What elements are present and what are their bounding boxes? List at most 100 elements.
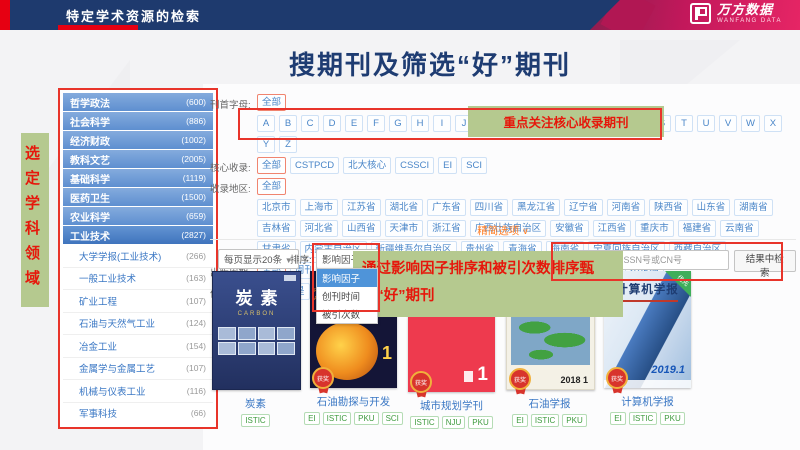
sort-option[interactable]: 被引次数 xyxy=(317,305,377,323)
category-label: 教科文艺 xyxy=(70,152,110,167)
core-option[interactable]: SCI xyxy=(461,157,487,174)
core-options: CSTPCD北大核心CSSCIEISCI xyxy=(290,157,487,174)
sidebar-subcategory[interactable]: 金属学与金属工艺 (107) xyxy=(63,358,213,381)
letter-option[interactable]: W xyxy=(741,115,760,132)
core-option[interactable]: 北大核心 xyxy=(343,157,391,174)
letter-option[interactable]: X xyxy=(764,115,782,132)
sort-option[interactable]: 影响因子 xyxy=(317,269,377,287)
core-option[interactable]: CSTPCD xyxy=(290,157,339,174)
brand-subtitle: WANFANG DATA xyxy=(717,18,782,24)
award-badge-icon: 获奖 xyxy=(605,367,631,397)
region-option[interactable]: 黑龙江省 xyxy=(512,199,560,216)
sort-option[interactable]: 创刊时间 xyxy=(317,287,377,305)
journal-tag: ISTIC xyxy=(410,416,438,429)
sidebar-category[interactable]: 教科文艺 (2005) xyxy=(63,150,213,168)
letter-option[interactable]: G xyxy=(389,115,407,132)
page-size-select[interactable]: 每页显示20条 ▼ xyxy=(218,249,299,269)
letter-option[interactable]: C xyxy=(301,115,319,132)
category-label: 医药卫生 xyxy=(70,190,110,205)
filter-label: 核心收录: xyxy=(210,157,257,174)
region-option[interactable]: 湖南省 xyxy=(734,199,773,216)
header-title: 特定学术资源的检索 xyxy=(66,6,201,25)
journal-tag: ISTIC xyxy=(629,412,657,425)
region-option[interactable]: 山东省 xyxy=(692,199,731,216)
initial-all-option[interactable]: 全部 xyxy=(257,94,286,111)
core-option[interactable]: CSSCI xyxy=(395,157,434,174)
subcategory-label: 矿业工程 xyxy=(79,294,117,308)
sidebar-subcategory[interactable]: 冶金工业 (154) xyxy=(63,335,213,358)
letter-option[interactable]: E xyxy=(345,115,363,132)
category-label: 经济财政 xyxy=(70,133,110,148)
core-all-option[interactable]: 全部 xyxy=(257,157,286,174)
sort-label: 排序: xyxy=(290,252,312,266)
journal-tags: ISTICNJUPKU xyxy=(408,416,495,429)
region-option[interactable]: 河南省 xyxy=(607,199,646,216)
letter-option[interactable]: B xyxy=(279,115,297,132)
region-option[interactable]: 四川省 xyxy=(470,199,509,216)
core-option[interactable]: EI xyxy=(438,157,457,174)
subcategory-label: 金属学与金属工艺 xyxy=(79,361,155,375)
region-option[interactable]: 辽宁省 xyxy=(564,199,603,216)
region-option[interactable]: 上海市 xyxy=(300,199,339,216)
region-option[interactable]: 湖北省 xyxy=(385,199,424,216)
sidebar-category[interactable]: 工业技术 (2827) xyxy=(63,226,213,244)
region-all-option[interactable]: 全部 xyxy=(257,178,286,195)
cover-map-graphic xyxy=(511,313,590,365)
award-badge-icon: 获奖 xyxy=(311,367,337,397)
award-badge-icon: 获奖 xyxy=(508,368,534,398)
sidebar-subcategory[interactable]: 机械与仪表工业 (116) xyxy=(63,380,213,403)
category-count: (1002) xyxy=(181,135,206,145)
category-label: 基础科学 xyxy=(70,171,110,186)
subcategory-label: 军事科技 xyxy=(79,406,117,420)
letter-option[interactable]: H xyxy=(411,115,429,132)
screen: 特定学术资源的检索 万方数据 WANFANG DATA 搜期刊及筛选“好”期刊 … xyxy=(0,0,800,450)
page-title: 搜期刊及筛选“好”期刊 xyxy=(215,45,645,82)
region-option[interactable]: 江苏省 xyxy=(342,199,381,216)
letter-option[interactable]: I xyxy=(433,115,451,132)
category-label: 社会科学 xyxy=(70,114,110,129)
journal-tags: ISTIC xyxy=(212,414,299,427)
sidebar-subcategory[interactable]: 大学学报(工业技术) (266) xyxy=(63,245,213,268)
subject-sidebar: 哲学政法 (600) 社会科学 (886) 经济财政 (1002) 教科文艺 (… xyxy=(58,88,218,429)
letter-option[interactable]: Z xyxy=(279,136,297,153)
sidebar-subcategory[interactable]: 石油与天然气工业 (124) xyxy=(63,313,213,336)
region-option[interactable]: 陕西省 xyxy=(649,199,688,216)
subcategory-count: (116) xyxy=(187,386,206,396)
sort-dropdown: 影响因子 创刊时间 被引次数 xyxy=(316,268,378,324)
journal-cover-tansu[interactable]: 炭素 CARBON xyxy=(212,271,301,390)
sidebar-subcategory[interactable]: 矿业工程 (107) xyxy=(63,290,213,313)
collapse-options-toggle[interactable]: 精简选项 ∨ xyxy=(210,223,796,238)
journal-card: 炭素 CARBON 炭素 ISTIC xyxy=(212,271,299,429)
letter-option[interactable]: U xyxy=(697,115,715,132)
sidebar-subcategory[interactable]: 军事科技 (66) xyxy=(63,403,213,425)
journal-tag: EI xyxy=(610,412,626,425)
letter-option[interactable]: A xyxy=(257,115,275,132)
subcategory-list: 大学学报(工业技术) (266) 一般工业技术 (163) 矿业工程 (107)… xyxy=(63,245,213,424)
sidebar-category[interactable]: 医药卫生 (1500) xyxy=(63,188,213,206)
journal-name[interactable]: 炭素 xyxy=(212,396,299,411)
journal-tag: ISTIC xyxy=(241,414,269,427)
journal-tag: PKU xyxy=(468,416,492,429)
sidebar-category[interactable]: 经济财政 (1002) xyxy=(63,131,213,149)
sidebar-category[interactable]: 社会科学 (886) xyxy=(63,112,213,130)
letter-option[interactable]: V xyxy=(719,115,737,132)
accent-stripe xyxy=(0,0,10,30)
sidebar-subcategory[interactable]: 一般工业技术 (163) xyxy=(63,268,213,291)
region-option[interactable]: 北京市 xyxy=(257,199,296,216)
category-label: 工业技术 xyxy=(70,228,110,243)
letter-option[interactable]: Y xyxy=(257,136,275,153)
sidebar-category[interactable]: 农业科学 (659) xyxy=(63,207,213,225)
category-count: (600) xyxy=(186,97,206,107)
category-label: 农业科学 xyxy=(70,209,110,224)
brand-area: 万方数据 WANFANG DATA xyxy=(590,0,800,30)
journal-name[interactable]: 石油学报 xyxy=(506,396,593,411)
sidebar-category[interactable]: 基础科学 (1119) xyxy=(63,169,213,187)
sidebar-category[interactable]: 哲学政法 (600) xyxy=(63,93,213,111)
letter-option[interactable]: F xyxy=(367,115,385,132)
region-option[interactable]: 广东省 xyxy=(427,199,466,216)
letter-option[interactable]: T xyxy=(675,115,693,132)
category-label: 哲学政法 xyxy=(70,95,110,110)
category-count: (659) xyxy=(186,211,206,221)
search-in-results-button[interactable]: 结果中检索 xyxy=(734,250,796,272)
letter-option[interactable]: D xyxy=(323,115,341,132)
